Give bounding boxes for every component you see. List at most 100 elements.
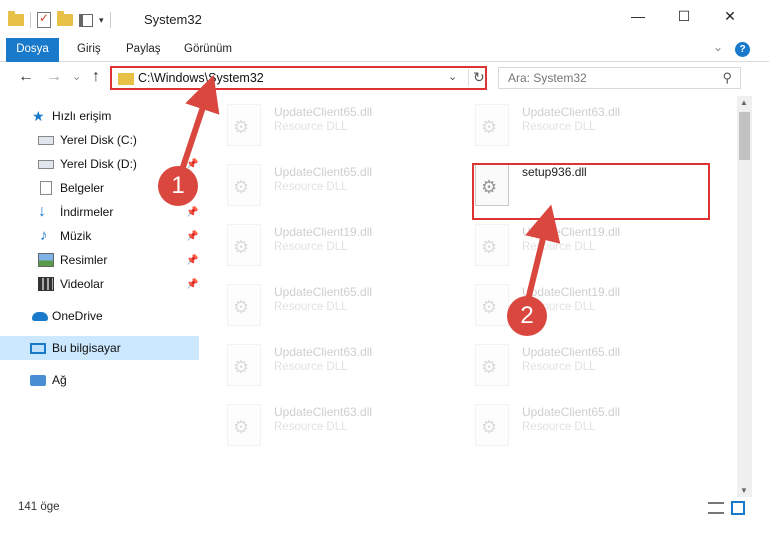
expand-ribbon-chevron-icon[interactable]: ⌄	[713, 40, 723, 54]
help-icon[interactable]: ?	[735, 42, 750, 57]
sidebar-item-music[interactable]: ♪ Müzik 📌	[0, 224, 199, 248]
documents-icon	[40, 181, 52, 195]
sidebar-item-onedrive[interactable]: OneDrive	[0, 304, 199, 328]
large-icons-view-icon[interactable]	[731, 501, 745, 515]
tab-view[interactable]: Görünüm	[184, 38, 232, 61]
videos-icon	[38, 277, 54, 291]
details-view-icon[interactable]	[708, 502, 724, 514]
sidebar-item-label: Yerel Disk (D:)	[60, 157, 137, 171]
file-item[interactable]: UpdateClient63.dll Resource DLL	[203, 336, 443, 391]
back-button[interactable]: ←	[18, 68, 34, 86]
file-type: Resource DLL	[274, 181, 348, 193]
file-item[interactable]: UpdateClient65.dll Resource DLL	[203, 276, 443, 331]
disk-icon	[38, 135, 54, 145]
sidebar-item-label: Videolar	[60, 277, 104, 291]
divider	[30, 12, 31, 28]
sidebar-item-videos[interactable]: Videolar 📌	[0, 272, 199, 296]
file-name: UpdateClient19.dll	[274, 225, 373, 239]
file-type: Resource DLL	[522, 241, 596, 253]
dll-file-icon	[475, 284, 509, 326]
sidebar-item-label: Hızlı erişim	[52, 109, 112, 123]
dll-file-icon	[475, 104, 509, 146]
ribbon: Dosya Giriş Paylaş Görünüm ⌄ ?	[0, 38, 769, 93]
address-dropdown-chevron-icon[interactable]: ⌄	[448, 70, 457, 83]
sidebar-item-network[interactable]: Ağ	[0, 368, 199, 392]
file-name: UpdateClient65.dll	[274, 105, 373, 119]
properties-icon[interactable]	[37, 11, 51, 28]
customize-toolbar-chevron-icon[interactable]: ▾	[99, 15, 104, 26]
file-item[interactable]: UpdateClient19.dll Resource DLL	[203, 216, 443, 271]
file-item[interactable]: UpdateClient63.dll Resource DLL	[451, 96, 691, 151]
search-input[interactable]: Ara: System32 ⚲	[498, 67, 741, 89]
folder-icon	[118, 73, 134, 85]
close-button[interactable]: ✕	[707, 0, 753, 32]
new-folder-icon[interactable]	[57, 11, 73, 26]
status-bar: 141 öge	[0, 497, 769, 519]
address-path[interactable]: C:\Windows\System32	[138, 71, 264, 85]
quick-access-toolbar: ▾	[8, 10, 111, 30]
scroll-up-icon[interactable]: ▲	[740, 98, 748, 107]
file-item[interactable]: UpdateClient65.dll Resource DLL	[203, 156, 443, 211]
search-placeholder: Ara: System32	[508, 71, 587, 85]
address-bar[interactable]: C:\Windows\System32 ⌄ ↻	[110, 66, 487, 90]
dll-file-icon	[475, 224, 509, 266]
up-button[interactable]: ↑	[92, 68, 100, 86]
tab-share[interactable]: Paylaş	[126, 38, 161, 61]
sidebar-item-label: Bu bilgisayar	[52, 341, 121, 355]
file-name: UpdateClient65.dll	[274, 165, 373, 179]
setup936-highlight-box	[472, 163, 710, 220]
file-type: Resource DLL	[522, 121, 596, 133]
cloud-icon	[32, 311, 48, 321]
window-bottom	[0, 519, 769, 536]
music-icon: ♪	[40, 227, 48, 244]
dll-file-icon	[227, 104, 261, 146]
pin-icon[interactable]: 📌	[186, 231, 198, 242]
star-icon: ★	[32, 108, 45, 124]
network-icon	[30, 374, 46, 386]
file-item[interactable]: UpdateClient65.dll Resource DLL	[203, 96, 443, 151]
folder-icon	[8, 11, 24, 26]
file-item[interactable]: UpdateClient65.dll Resource DLL	[451, 336, 691, 391]
maximize-button[interactable]: ☐	[661, 0, 707, 32]
sidebar-item-label: Belgeler	[60, 181, 105, 195]
file-name: UpdateClient19.dll	[522, 225, 621, 239]
sidebar-item-local-disk-c[interactable]: Yerel Disk (C:)	[0, 128, 199, 152]
step-2-badge: 2	[507, 296, 547, 336]
sidebar-item-label: Müzik	[60, 229, 92, 243]
sidebar-item-label: Resimler	[60, 253, 108, 267]
dll-file-icon	[227, 224, 261, 266]
sidebar-item-pictures[interactable]: Resimler 📌	[0, 248, 199, 272]
dll-file-icon	[227, 404, 261, 446]
file-item[interactable]: UpdateClient19.dll Resource DLL	[451, 216, 691, 271]
download-icon: ↓	[38, 203, 46, 220]
scroll-down-icon[interactable]: ▼	[740, 486, 748, 495]
pin-icon[interactable]: 📌	[186, 207, 198, 218]
minimize-button[interactable]: —	[615, 0, 661, 32]
item-count: 141 öge	[18, 501, 60, 513]
file-item[interactable]: UpdateClient63.dll Resource DLL	[203, 396, 443, 451]
pictures-icon	[38, 253, 54, 267]
dll-file-icon	[475, 344, 509, 386]
divider	[109, 12, 111, 28]
file-item[interactable]: UpdateClient19.dll Resource DLL	[451, 276, 691, 331]
scrollbar-thumb[interactable]	[739, 112, 750, 160]
file-name: UpdateClient65.dll	[274, 285, 373, 299]
file-item[interactable]: UpdateClient65.dll Resource DLL	[451, 396, 691, 451]
file-name: UpdateClient65.dll	[522, 405, 621, 419]
view-icon[interactable]	[79, 13, 93, 27]
title-bar: ▾ System32 — ☐ ✕	[0, 0, 769, 38]
tab-home[interactable]: Giriş	[77, 38, 101, 61]
dll-file-icon	[475, 404, 509, 446]
recent-locations-chevron-icon[interactable]: ⌄	[72, 70, 81, 83]
vertical-scrollbar[interactable]: ▲ ▼	[737, 96, 752, 497]
sidebar-item-this-pc[interactable]: Bu bilgisayar	[0, 336, 199, 360]
pin-icon[interactable]: 📌	[186, 255, 198, 266]
window-title: System32	[144, 12, 202, 27]
file-name: UpdateClient65.dll	[522, 345, 621, 359]
disk-icon	[38, 159, 54, 169]
forward-button[interactable]: →	[46, 68, 62, 86]
sidebar-item-quick-access[interactable]: ★ Hızlı erişim	[0, 104, 199, 128]
refresh-icon[interactable]: ↻	[468, 69, 485, 86]
file-type: Resource DLL	[274, 361, 348, 373]
pin-icon[interactable]: 📌	[186, 279, 198, 290]
